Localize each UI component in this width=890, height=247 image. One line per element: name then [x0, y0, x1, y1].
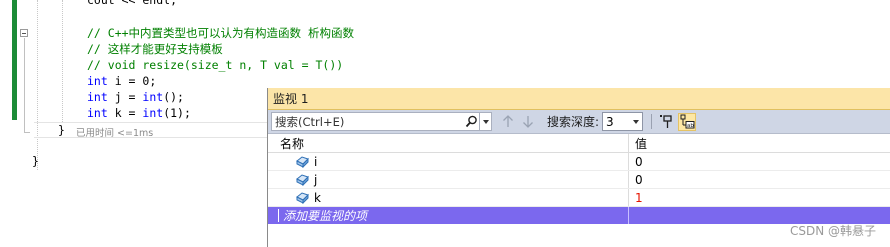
watch-toolbar: 搜索深度: 3 ab [268, 110, 890, 134]
search-icon[interactable] [463, 113, 479, 130]
code-comment: // void resize(size_t n, T val = T()) [87, 58, 344, 72]
code-text: k = [107, 106, 143, 120]
closing-brace: } [58, 123, 65, 137]
search-depth-value: 3 [606, 114, 614, 129]
column-header-name[interactable]: 名称 [268, 134, 629, 152]
local-variable-icon [295, 173, 310, 186]
code-text: (); [163, 90, 184, 104]
toolbar-separator [651, 114, 653, 129]
indent-guide [37, 0, 38, 170]
search-depth-select[interactable]: 3 [602, 112, 644, 131]
elapsed-time-hint: 已用时间 <=1ms [76, 128, 154, 139]
keyword: int [142, 90, 164, 104]
code-comment: // 这样才能更好支持模板 [87, 42, 223, 56]
code-text: j = [107, 90, 143, 104]
chevron-down-icon [482, 119, 489, 124]
hex-display-toggle[interactable]: ab [678, 112, 697, 131]
search-depth-label: 搜索深度: [547, 115, 600, 129]
search-previous-button[interactable] [499, 113, 517, 131]
code-text: i = 0; [107, 74, 157, 88]
keyword: int [87, 106, 108, 120]
watch-value-cell-changed[interactable]: 1 [629, 189, 890, 206]
closing-brace: } [32, 154, 39, 168]
tree-view-icon: ab [680, 114, 695, 129]
pin-to-source-button[interactable] [657, 113, 675, 131]
watch-window: 监视 1 搜索深度: 3 ab 名称 值 [267, 88, 890, 247]
code-line: cout << endl; [87, 0, 178, 7]
code-comment: // C++中内置类型也可以认为有构造函数 析构函数 [87, 26, 354, 40]
svg-text:ab: ab [687, 123, 694, 129]
watch-var-name: k [314, 190, 321, 205]
watch-value-cell[interactable]: 0 [629, 153, 890, 170]
keyword: int [142, 106, 164, 120]
watermark: CSDN @韩悬子 [789, 224, 876, 238]
grid-header: 名称 值 [268, 134, 890, 153]
watch-var-name: i [314, 154, 318, 169]
watch-name-cell: i [268, 153, 629, 170]
watch-var-name: j [314, 172, 318, 187]
watch-title: 监视 1 [273, 92, 309, 106]
text-caret [278, 209, 279, 222]
code-line-decl-i: int i = 0; [87, 73, 156, 89]
watch-row-k[interactable]: k 1 [268, 189, 890, 207]
watch-grid: 名称 值 i 0 j 0 k 1 添加要监视的项 [268, 134, 890, 224]
arrow-down-icon [523, 116, 533, 128]
watch-name-cell: j [268, 171, 629, 188]
search-input[interactable] [272, 113, 464, 130]
code-line-decl-j: int j = int(); [87, 89, 184, 105]
code-text: (1); [163, 106, 191, 120]
column-header-value[interactable]: 值 [629, 134, 890, 152]
indent-guide [62, 0, 63, 122]
local-variable-icon [295, 191, 310, 204]
add-watch-label: 添加要监视的项 [283, 209, 368, 223]
chevron-down-icon [630, 113, 642, 130]
fold-guide-line [24, 38, 25, 133]
local-variable-icon [295, 155, 310, 168]
watch-row-j[interactable]: j 0 [268, 171, 890, 189]
search-next-button[interactable] [519, 113, 537, 131]
change-tracking-bar [12, 0, 17, 120]
keyword: int [87, 90, 108, 104]
collapse-region-icon[interactable] [20, 29, 28, 37]
fold-guide-end [24, 132, 30, 133]
watch-name-cell: k [268, 189, 629, 206]
keyword: int [87, 74, 108, 88]
watch-value-cell[interactable]: 0 [629, 171, 890, 188]
watch-row-i[interactable]: i 0 [268, 153, 890, 171]
arrow-up-icon [503, 115, 513, 127]
search-options-dropdown[interactable] [479, 113, 491, 130]
watch-titlebar[interactable]: 监视 1 [268, 88, 890, 110]
add-watch-cell[interactable]: 添加要监视的项 [268, 207, 629, 224]
search-box [271, 112, 492, 131]
pin-icon [660, 115, 672, 128]
code-line-decl-k: int k = int(1); [87, 105, 191, 121]
